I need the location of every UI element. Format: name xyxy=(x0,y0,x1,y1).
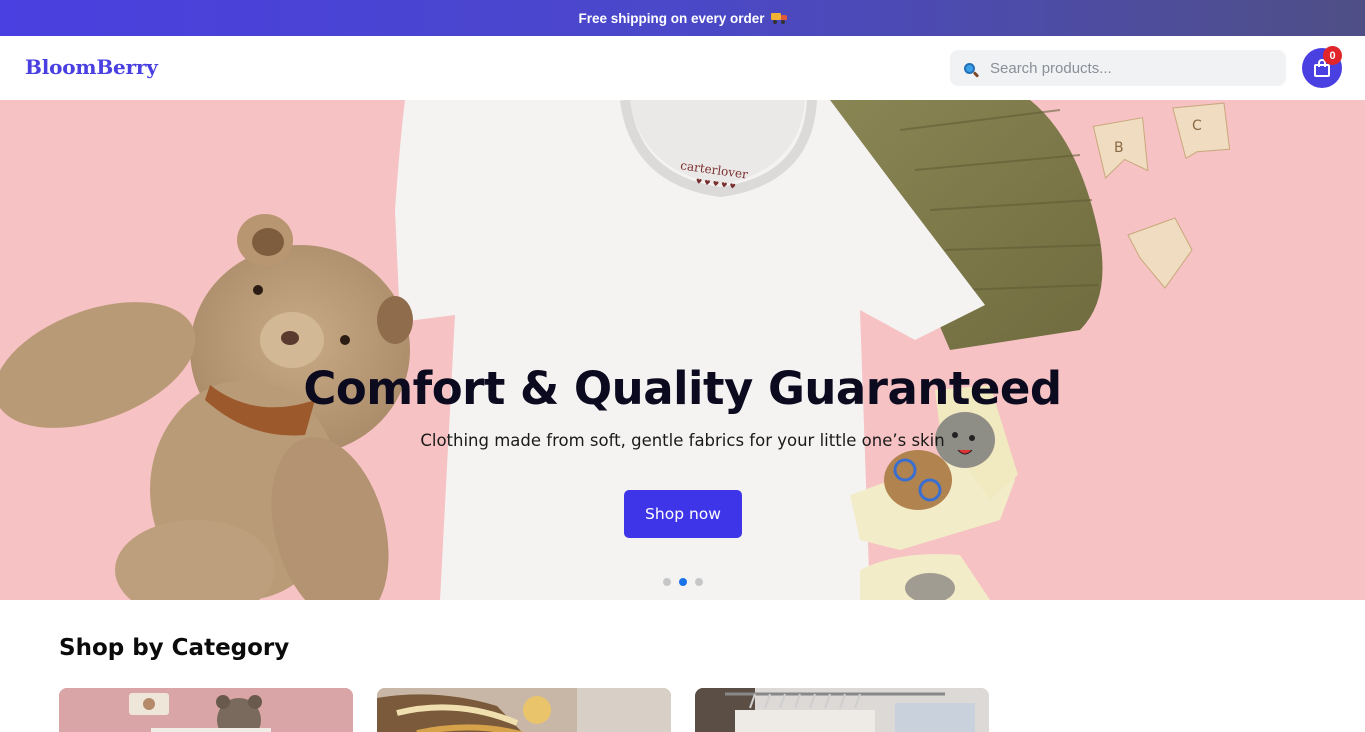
category-image xyxy=(377,688,671,732)
category-section-heading: Shop by Category xyxy=(59,635,290,661)
svg-text:C: C xyxy=(1192,118,1202,134)
site-logo[interactable]: BloomBerry xyxy=(25,55,158,79)
announcement-bar: Free shipping on every order xyxy=(0,0,1365,36)
shop-now-button[interactable]: Shop now xyxy=(624,490,742,538)
carousel-dot-2[interactable] xyxy=(679,578,687,586)
cart-count-badge: 0 xyxy=(1323,46,1342,65)
category-card[interactable] xyxy=(59,688,353,732)
truck-icon xyxy=(770,13,787,24)
category-card[interactable] xyxy=(695,688,989,732)
cart-button[interactable]: 0 xyxy=(1302,46,1342,88)
site-header: BloomBerry 0 xyxy=(0,36,1365,100)
carousel-indicators xyxy=(663,578,703,586)
hero-subtitle: Clothing made from soft, gentle fabrics … xyxy=(420,431,945,450)
search-input[interactable] xyxy=(990,50,1280,86)
category-card[interactable] xyxy=(377,688,671,732)
search-icon xyxy=(964,63,980,78)
svg-text:B: B xyxy=(1114,140,1124,156)
carousel-dot-1[interactable] xyxy=(663,578,671,586)
carousel-dot-3[interactable] xyxy=(695,578,703,586)
category-image xyxy=(59,688,353,732)
category-image xyxy=(695,688,989,732)
hero-title: Comfort & Quality Guaranteed xyxy=(303,362,1062,415)
search-bar[interactable] xyxy=(950,50,1286,86)
hero-banner: B C carterlover ♥ ♥ ♥ ♥ ♥ Comfort & Qual… xyxy=(0,100,1365,600)
announcement-text: Free shipping on every order xyxy=(578,10,765,26)
